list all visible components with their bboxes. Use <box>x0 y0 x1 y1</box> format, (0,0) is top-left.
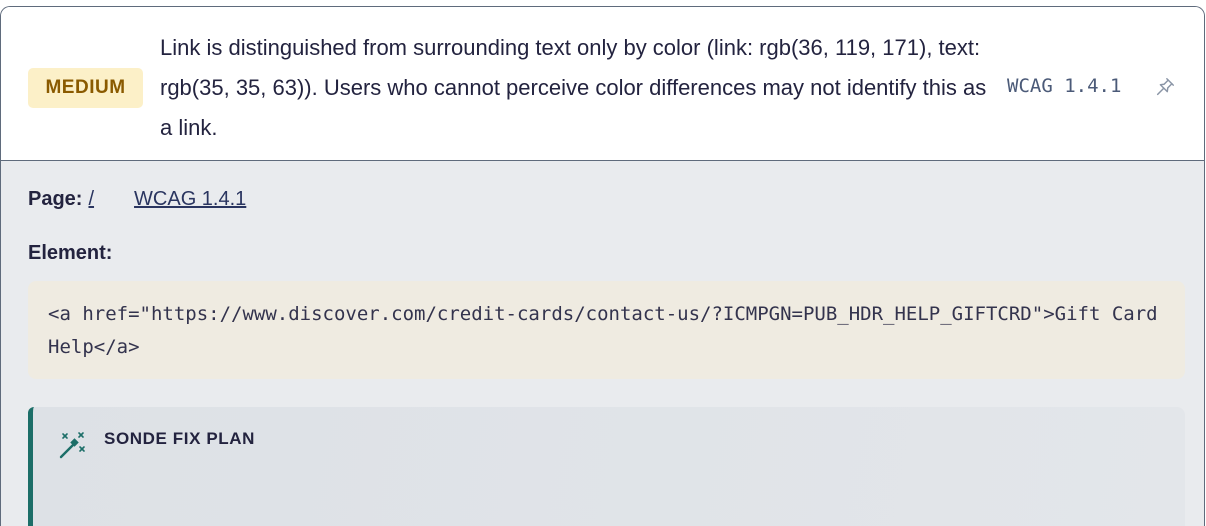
pin-icon[interactable] <box>1154 76 1176 98</box>
page-row: Page: / WCAG 1.4.1 <box>28 188 246 211</box>
page-label: Page: <box>28 188 83 210</box>
issue-description: Link is distinguished from surrounding t… <box>160 35 987 140</box>
severity-badge: MEDIUM <box>28 68 143 108</box>
wcag-link[interactable]: WCAG 1.4.1 <box>134 188 246 210</box>
fix-plan-panel: SONDE FIX PLAN <box>28 407 1185 526</box>
wcag-criterion-tag: WCAG 1.4.1 <box>1007 75 1122 97</box>
element-label: Element: <box>28 242 113 264</box>
issue-card: MEDIUM Link is distinguished from surrou… <box>0 6 1205 526</box>
issue-header[interactable]: MEDIUM Link is distinguished from surrou… <box>1 7 1204 161</box>
fix-plan-title: SONDE FIX PLAN <box>104 429 256 448</box>
magic-wand-icon <box>59 432 85 459</box>
page-link[interactable]: / <box>88 188 94 210</box>
element-code-block: <a href="https://www.discover.com/credit… <box>28 281 1185 379</box>
